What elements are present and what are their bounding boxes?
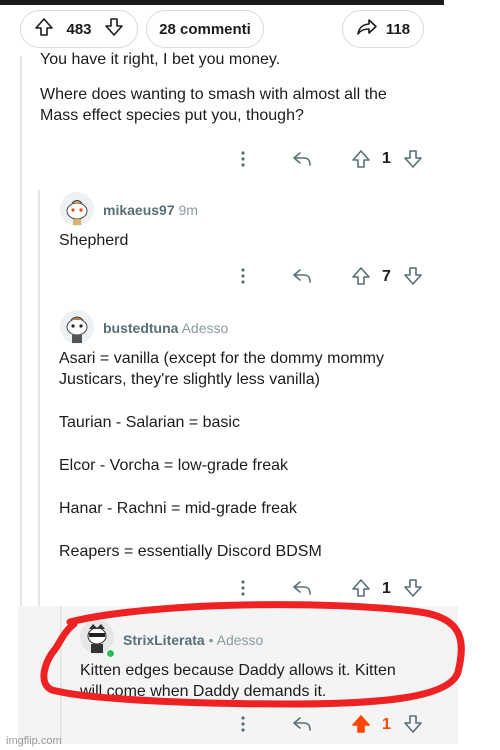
comment-body: Kitten edges because Daddy allows it. Ki… xyxy=(80,660,396,702)
comment-line: will come when Daddy demands it. xyxy=(80,683,327,700)
comment-line: Hanar - Rachni = mid-grade freak xyxy=(59,500,297,517)
comment-line: Kitten edges because Daddy allows it. Ki… xyxy=(80,662,396,679)
upvote-icon[interactable] xyxy=(350,148,372,170)
comment-author: bustedtuna Adesso xyxy=(103,320,228,336)
comment-author: mikaeus97 9m xyxy=(103,202,198,218)
comment-score: 1 xyxy=(382,580,391,597)
reply-icon[interactable] xyxy=(290,577,314,599)
post-upvote-count: 483 xyxy=(66,20,92,38)
watermark: imgflip.com xyxy=(6,735,62,747)
share-icon xyxy=(356,17,378,41)
upvote-icon[interactable] xyxy=(350,577,372,599)
upvote-icon[interactable] xyxy=(350,265,372,287)
comments-button[interactable]: 28 commenti xyxy=(146,10,264,48)
reply-icon[interactable] xyxy=(290,265,314,287)
thread-line xyxy=(38,190,40,606)
more-icon[interactable] xyxy=(236,149,250,169)
thread-line xyxy=(20,56,22,606)
comment-score: 7 xyxy=(382,268,391,285)
comment-author: StrixLiterata • Adesso xyxy=(123,632,263,648)
comment-body: You have it right, I bet you money. Wher… xyxy=(40,49,387,126)
upvote-icon[interactable] xyxy=(34,17,54,41)
comment-line: Where does wanting to smash with almost … xyxy=(40,86,387,103)
username[interactable]: mikaeus97 xyxy=(103,202,175,218)
comment-line: You have it right, I bet you money. xyxy=(40,51,281,68)
avatar[interactable] xyxy=(60,310,94,344)
downvote-icon[interactable] xyxy=(402,577,424,599)
separator: • xyxy=(208,632,214,648)
comment-line: Mass effect species put you, though? xyxy=(40,107,304,124)
reply-icon[interactable] xyxy=(290,713,314,735)
comment-line: Justicars, they're slightly less vanilla… xyxy=(59,371,320,388)
downvote-icon[interactable] xyxy=(402,148,424,170)
top-border xyxy=(0,0,444,5)
comment-line: Elcor - Vorcha = low-grade freak xyxy=(59,457,288,474)
downvote-icon[interactable] xyxy=(104,17,124,41)
share-count: 118 xyxy=(385,20,411,38)
comments-label: 28 commenti xyxy=(159,20,251,38)
comment-score: 1 xyxy=(382,150,391,167)
downvote-icon[interactable] xyxy=(402,265,424,287)
comment-line: Reapers = essentially Discord BDSM xyxy=(59,543,322,560)
comment-line: Taurian - Salarian = basic xyxy=(59,414,240,431)
username[interactable]: StrixLiterata xyxy=(123,632,205,648)
share-button[interactable]: 118 xyxy=(342,10,424,48)
timestamp: 9m xyxy=(178,202,198,218)
reply-icon[interactable] xyxy=(290,148,314,170)
online-status-dot xyxy=(106,649,115,658)
more-icon[interactable] xyxy=(236,578,250,598)
comment-body: Shepherd xyxy=(59,232,129,249)
thread-line xyxy=(60,606,62,744)
avatar[interactable] xyxy=(60,192,94,226)
comment-score: 1 xyxy=(382,716,391,733)
timestamp: Adesso xyxy=(216,632,264,648)
comment-body: Asari = vanilla (except for the dommy mo… xyxy=(59,348,384,562)
more-icon[interactable] xyxy=(236,714,250,734)
downvote-icon[interactable] xyxy=(402,713,424,735)
comment-line: Asari = vanilla (except for the dommy mo… xyxy=(59,350,384,367)
username[interactable]: bustedtuna xyxy=(103,320,178,336)
more-icon[interactable] xyxy=(236,266,250,286)
post-vote-pill: 483 xyxy=(20,10,138,48)
timestamp: Adesso xyxy=(181,320,229,336)
upvote-icon[interactable] xyxy=(350,713,372,735)
